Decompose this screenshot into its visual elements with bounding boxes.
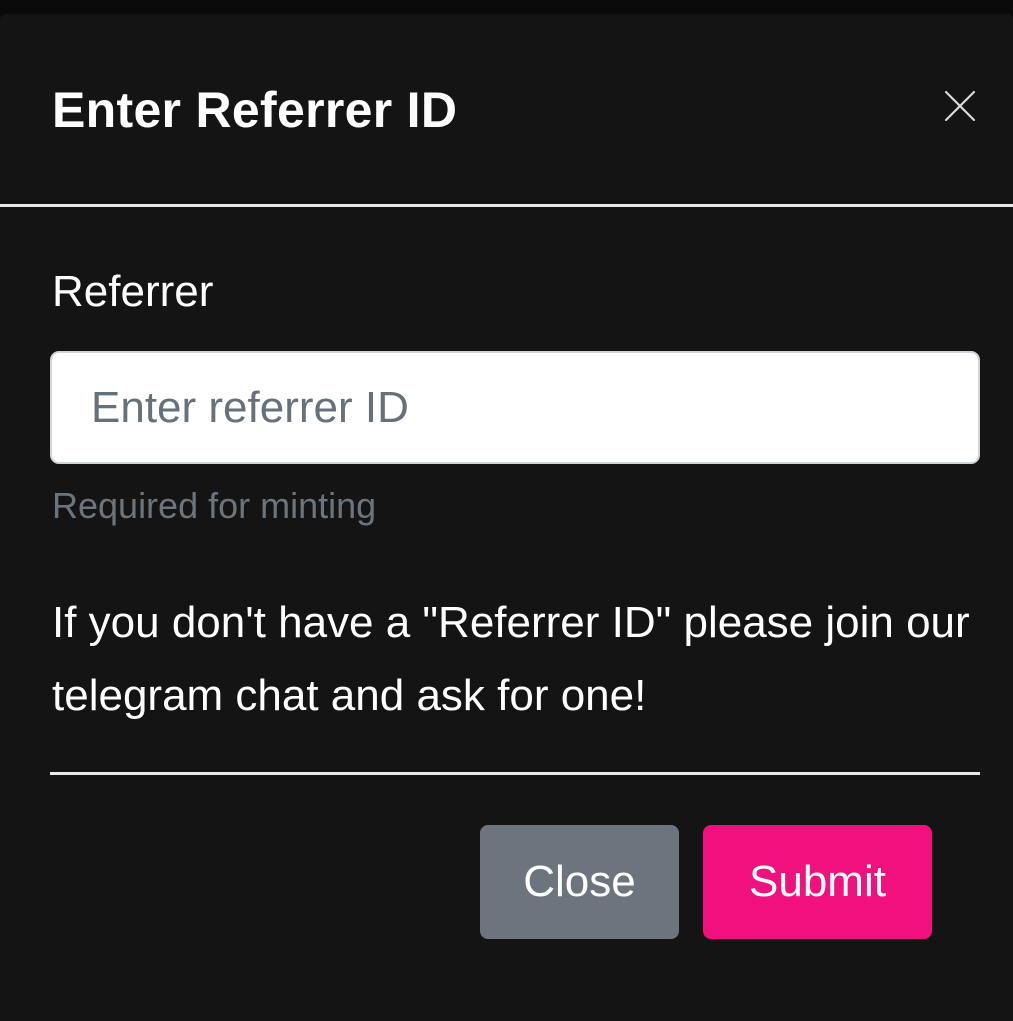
modal-header: Enter Referrer ID	[0, 14, 1013, 204]
referrer-input[interactable]	[50, 351, 980, 464]
helper-text: Required for minting	[52, 485, 377, 526]
info-message: If you don't have a "Referrer ID" please…	[52, 598, 970, 720]
modal-title: Enter Referrer ID	[52, 82, 458, 138]
close-icon-glyph	[944, 90, 976, 122]
header-divider	[0, 204, 1013, 207]
referrer-label: Referrer	[52, 267, 214, 316]
close-icon[interactable]	[940, 86, 980, 126]
footer-divider	[50, 772, 980, 775]
referrer-modal: Enter Referrer ID Referrer Required for …	[0, 14, 1013, 1021]
close-button[interactable]: Close	[480, 825, 679, 939]
submit-button[interactable]: Submit	[703, 825, 932, 939]
